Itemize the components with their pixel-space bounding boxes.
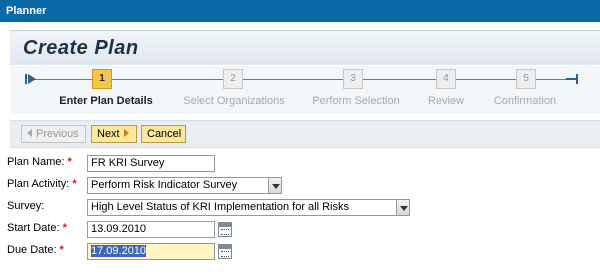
- required-marker: *: [72, 178, 77, 190]
- window-titlebar: Planner: [0, 0, 600, 22]
- next-button[interactable]: Next: [91, 125, 137, 143]
- required-marker: *: [67, 156, 72, 168]
- step-number: 3: [350, 73, 356, 84]
- previous-label: Previous: [36, 128, 79, 140]
- step-label-confirmation[interactable]: Confirmation: [494, 95, 556, 107]
- step-number: 5: [523, 73, 529, 84]
- due-date-row: Due Date: * 17.09.2010: [7, 243, 597, 260]
- wizard-toolbar: Previous Next Cancel: [10, 120, 600, 148]
- roadmap-step-1[interactable]: 1: [92, 69, 112, 89]
- page-title: Create Plan: [23, 37, 139, 59]
- step-label-select-organizations[interactable]: Select Organizations: [183, 95, 285, 107]
- roadmap-end-icon: [566, 74, 578, 84]
- due-date-value: 17.09.2010: [91, 245, 147, 257]
- step-number: 2: [230, 73, 236, 84]
- roadmap-step-4[interactable]: 4: [436, 69, 456, 89]
- plan-name-label: Plan Name: *: [7, 156, 72, 168]
- chevron-down-icon[interactable]: [396, 199, 410, 216]
- roadmap-line: [34, 79, 570, 80]
- next-label: Next: [97, 128, 120, 140]
- plan-activity-row: Plan Activity: * Perform Risk Indicator S…: [7, 177, 597, 194]
- step-label-perform-selection[interactable]: Perform Selection: [312, 95, 399, 107]
- roadmap-step-2[interactable]: 2: [223, 69, 243, 89]
- cancel-button[interactable]: Cancel: [141, 125, 186, 143]
- start-date-row: Start Date: * 13.09.2010: [7, 221, 597, 238]
- step-number: 4: [443, 73, 449, 84]
- plan-name-input[interactable]: FR KRI Survey: [87, 155, 215, 172]
- survey-select[interactable]: High Level Status of KRI Implementation …: [87, 199, 397, 216]
- cancel-label: Cancel: [147, 128, 182, 140]
- survey-row: Survey: High Level Status of KRI Impleme…: [7, 199, 597, 216]
- arrow-left-icon: [27, 129, 32, 137]
- step-label-review[interactable]: Review: [428, 95, 464, 107]
- due-date-input[interactable]: 17.09.2010: [87, 243, 215, 260]
- survey-label: Survey:: [7, 200, 45, 212]
- step-number: 1: [99, 73, 105, 84]
- plan-activity-label: Plan Activity: *: [7, 178, 77, 190]
- window-title: Planner: [6, 5, 47, 17]
- roadmap-start-icon: [25, 74, 36, 84]
- plan-activity-select[interactable]: Perform Risk Indicator Survey: [87, 177, 269, 194]
- start-date-input[interactable]: 13.09.2010: [87, 221, 215, 238]
- due-date-label: Due Date: *: [7, 244, 64, 256]
- roadmap: 1 2 3 4 5 Enter Plan Details Select Orga…: [10, 66, 600, 114]
- calendar-icon[interactable]: [218, 222, 232, 237]
- roadmap-step-3[interactable]: 3: [343, 69, 363, 89]
- chevron-down-icon[interactable]: [268, 177, 282, 194]
- roadmap-step-5[interactable]: 5: [516, 69, 536, 89]
- calendar-icon[interactable]: [218, 244, 232, 259]
- previous-button[interactable]: Previous: [21, 125, 86, 143]
- step-label-enter-plan-details[interactable]: Enter Plan Details: [59, 95, 153, 107]
- required-marker: *: [59, 244, 64, 256]
- arrow-right-icon: [123, 129, 129, 137]
- page-header: Create Plan: [10, 30, 600, 65]
- plan-name-row: Plan Name: * FR KRI Survey: [7, 155, 597, 172]
- start-date-label: Start Date: *: [7, 222, 67, 234]
- required-marker: *: [62, 222, 67, 234]
